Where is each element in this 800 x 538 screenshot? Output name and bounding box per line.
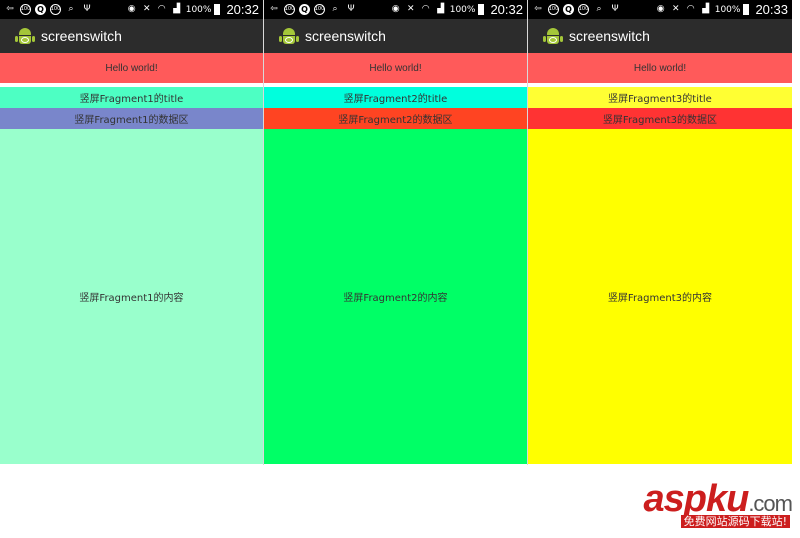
fragment-title: 竖屏Fragment3的title [528, 87, 792, 108]
fragment-data-area: 竖屏Fragment3的数据区 [528, 108, 792, 129]
fragment-data-area: 竖屏Fragment1的数据区 [0, 108, 263, 129]
notification-icon: 100 [284, 4, 295, 15]
back-icon: ⇦ [270, 4, 278, 14]
search-icon: ⌕ [68, 4, 74, 14]
usb-icon: Ψ [611, 4, 619, 14]
action-bar: screenswitch [264, 19, 527, 53]
action-bar: screenswitch [0, 19, 263, 53]
signal-icon: ▟ [437, 4, 445, 14]
status-bar: ⇦ 100 Q 100 ⌕ Ψ ◉ ✕ ◠ ▟ 100% 20:32 [264, 0, 527, 19]
eye-icon: ◉ [391, 4, 400, 14]
watermark-tagline: 免费网站源码下载站! [680, 515, 790, 528]
notification-icon: 100 [50, 4, 61, 15]
notification-icon: 100 [548, 4, 559, 15]
fragment-content: 竖屏Fragment1的内容 [0, 129, 263, 464]
screenshot-strip: ⇦ 100 Q 100 ⌕ Ψ ◉ ✕ ◠ ▟ 100% 20:32 scree… [0, 0, 792, 465]
q-app-icon: Q [563, 4, 574, 15]
mute-icon: ✕ [142, 4, 151, 14]
search-icon: ⌕ [332, 4, 338, 14]
q-app-icon: Q [299, 4, 310, 15]
phone-screen-2: ⇦ 100 Q 100 ⌕ Ψ ◉ ✕ ◠ ▟ 100% 20:32 scree… [264, 0, 528, 465]
wifi-icon: ◠ [157, 4, 166, 14]
battery-icon [478, 4, 485, 15]
battery-percent: 100% [449, 4, 476, 15]
back-icon: ⇦ [534, 4, 542, 14]
clock: 20:32 [490, 2, 523, 17]
usb-icon: Ψ [347, 4, 355, 14]
fragment-content: 竖屏Fragment2的内容 [264, 129, 527, 464]
mute-icon: ✕ [406, 4, 415, 14]
back-icon: ⇦ [6, 4, 14, 14]
phone-screen-1: ⇦ 100 Q 100 ⌕ Ψ ◉ ✕ ◠ ▟ 100% 20:32 scree… [0, 0, 264, 465]
q-app-icon: Q [35, 4, 46, 15]
hello-world-text: Hello world! [0, 53, 263, 83]
signal-icon: ▟ [702, 4, 710, 14]
wifi-icon: ◠ [686, 4, 695, 14]
hello-world-text: Hello world! [528, 53, 792, 83]
android-icon[interactable] [543, 26, 563, 46]
phone-screen-3: ⇦ 100 Q 100 ⌕ Ψ ◉ ✕ ◠ ▟ 100% 20:33 scree… [528, 0, 792, 465]
signal-icon: ▟ [173, 4, 181, 14]
wifi-icon: ◠ [421, 4, 430, 14]
usb-icon: Ψ [83, 4, 91, 14]
battery-percent: 100% [185, 4, 212, 15]
notification-icon: 100 [578, 4, 589, 15]
mute-icon: ✕ [671, 4, 680, 14]
action-bar: screenswitch [528, 19, 792, 53]
clock: 20:33 [755, 2, 788, 17]
status-bar: ⇦ 100 Q 100 ⌕ Ψ ◉ ✕ ◠ ▟ 100% 20:33 [528, 0, 792, 19]
app-title: screenswitch [305, 28, 386, 44]
battery-percent: 100% [714, 4, 741, 15]
clock: 20:32 [226, 2, 259, 17]
android-icon[interactable] [279, 26, 299, 46]
status-bar: ⇦ 100 Q 100 ⌕ Ψ ◉ ✕ ◠ ▟ 100% 20:32 [0, 0, 263, 19]
notification-icon: 100 [20, 4, 31, 15]
fragment-title: 竖屏Fragment2的title [264, 87, 527, 108]
eye-icon: ◉ [127, 4, 136, 14]
watermark-logo: aspku.com 免费网站源码下载站! [617, 480, 793, 528]
fragment-title: 竖屏Fragment1的title [0, 87, 263, 108]
fragment-data-area: 竖屏Fragment2的数据区 [264, 108, 527, 129]
fragment-content: 竖屏Fragment3的内容 [528, 129, 792, 464]
app-title: screenswitch [569, 28, 650, 44]
battery-icon [743, 4, 750, 15]
android-icon[interactable] [15, 26, 35, 46]
notification-icon: 100 [314, 4, 325, 15]
app-title: screenswitch [41, 28, 122, 44]
eye-icon: ◉ [656, 4, 665, 14]
hello-world-text: Hello world! [264, 53, 527, 83]
battery-icon [214, 4, 221, 15]
search-icon: ⌕ [596, 4, 602, 14]
